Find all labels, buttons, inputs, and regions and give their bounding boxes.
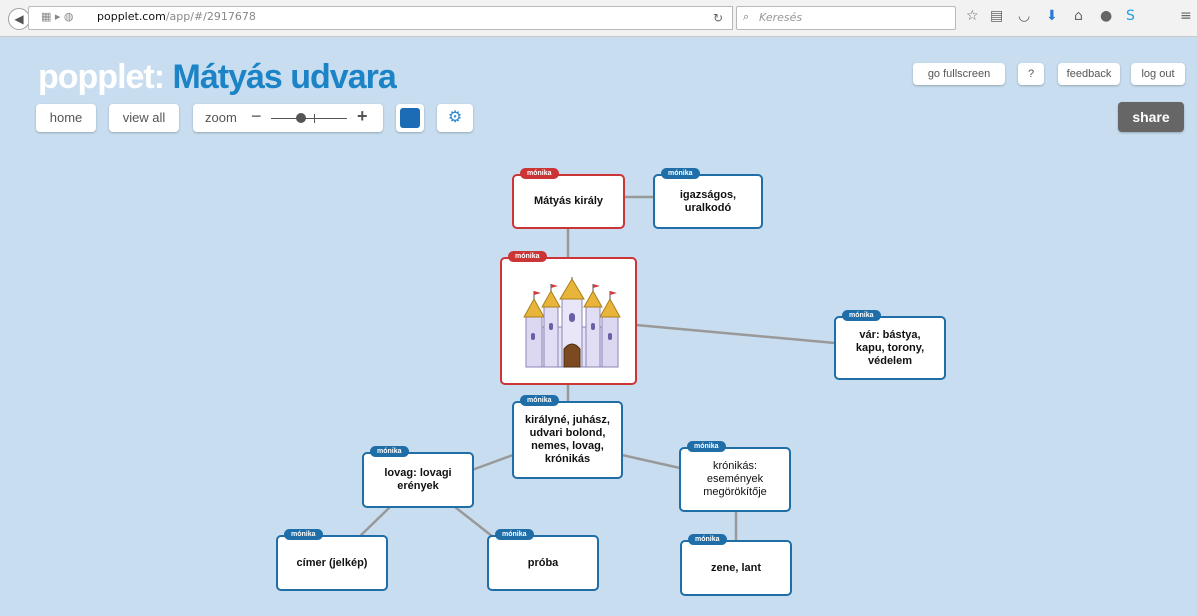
popplet-proba[interactable]: mónika próba [487,529,599,591]
popplet-igazsagos[interactable]: mónika igazságos, uralkodó [653,168,763,229]
popplet-text: próba [527,556,559,569]
popplet-text: lovag: lovagi erények [384,467,452,492]
popplet-text: zene, lant [710,561,762,574]
popplet-kronikas[interactable]: mónika krónikás: események megörökítője [679,441,791,512]
connector-line [621,453,681,470]
popplet-text: igazságos, uralkodó [679,188,737,214]
author-tag: mónika [508,251,547,262]
popplet-lovag[interactable]: mónika lovag: lovagi erények [362,446,474,508]
popplet-cimer[interactable]: mónika címer (jelkép) [276,529,388,591]
popplet-castle[interactable]: mónika [500,251,637,385]
popplet-var[interactable]: mónika vár: bástya, kapu, torony, védele… [834,310,946,380]
popplet-kiralyne[interactable]: mónika királyné, juhász, udvari bolond, … [512,395,623,479]
castle-image [523,277,621,368]
popplet-zene[interactable]: mónika zene, lant [680,534,792,596]
connector-line [635,323,836,345]
popplet-text: krónikás: események megörökítője [703,460,767,498]
popplet-text: vár: bástya, kapu, torony, védelem [855,328,925,367]
popplet-text: Mátyás király [533,195,604,207]
connector-line [471,453,514,472]
popplet-text: címer (jelkép) [296,556,368,569]
popplet-matyas[interactable]: mónika Mátyás király [512,168,625,229]
popplet-text: királyné, juhász, udvari bolond, nemes, … [525,414,610,465]
